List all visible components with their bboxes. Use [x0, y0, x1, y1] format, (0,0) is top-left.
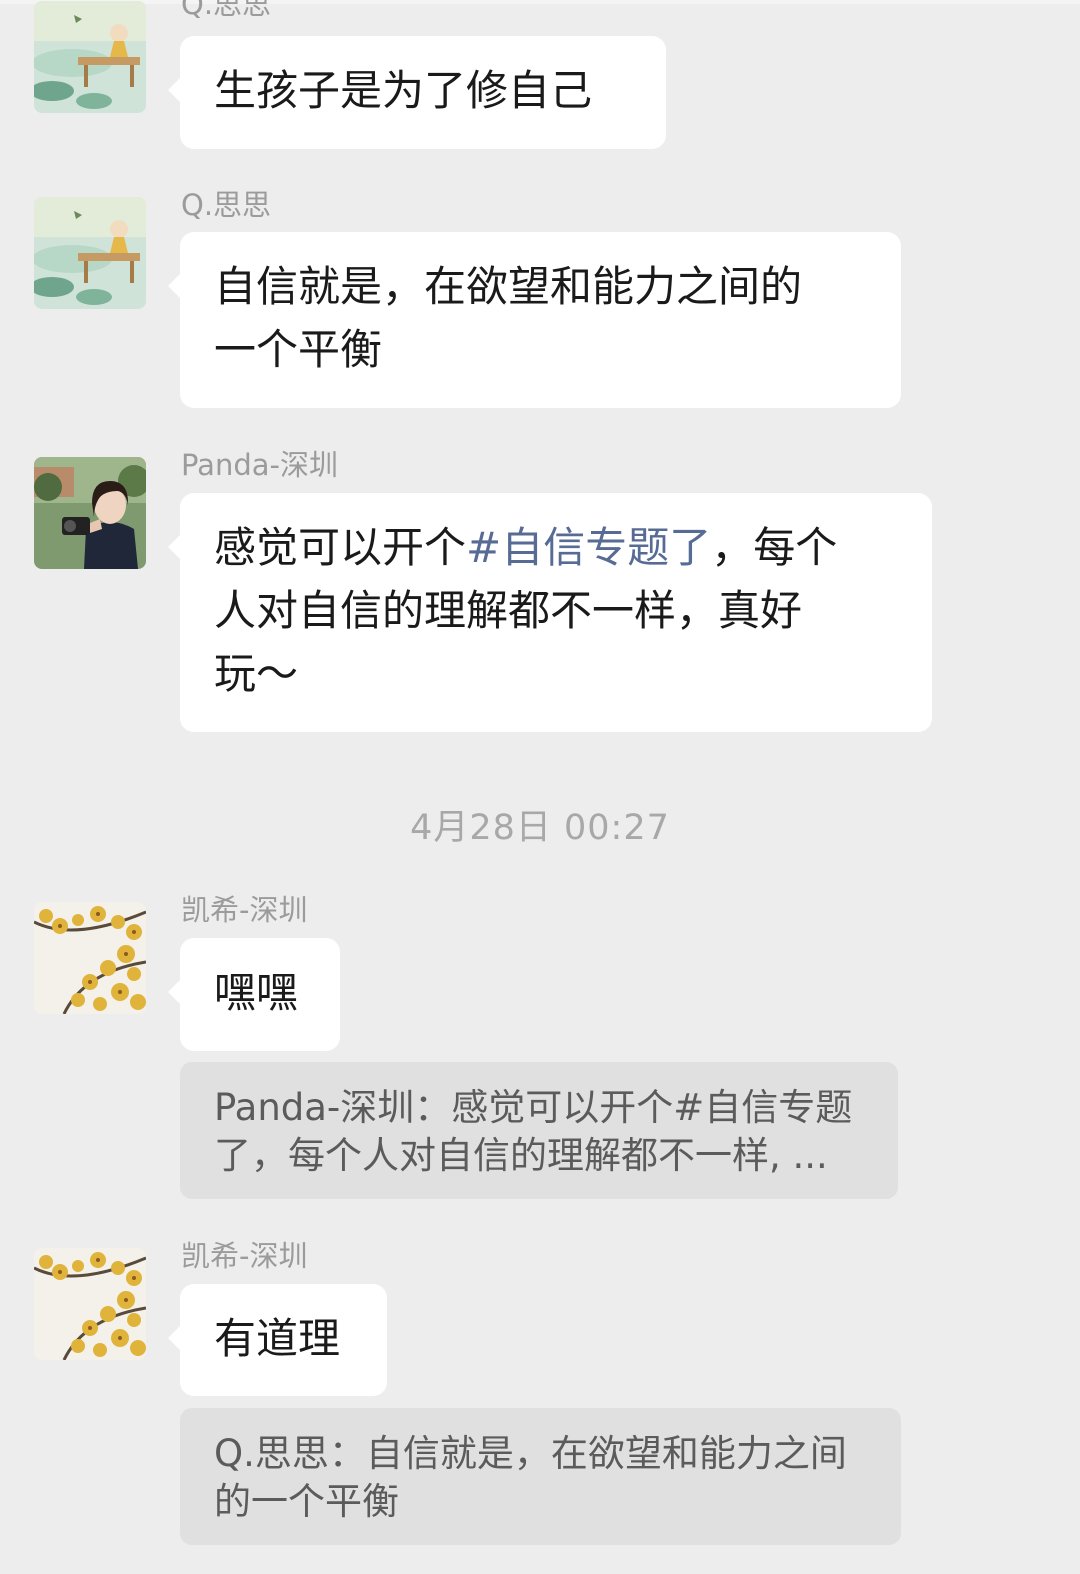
- quoted-text-line: Q.思思：自信就是，在欲望和能力之间: [214, 1432, 847, 1475]
- sender-name: Panda-深圳: [181, 448, 338, 482]
- timestamp-divider: 4月28日 00:27: [410, 808, 670, 848]
- message-text-line: 玩～: [214, 649, 299, 698]
- avatar-photographer-photo-icon: [34, 457, 146, 569]
- message-text-segment: ，每个: [711, 523, 838, 572]
- message-bubble[interactable]: 嘿嘿: [168, 938, 340, 1051]
- message-bubble[interactable]: 自信就是，在欲望和能力之间的 一个平衡: [168, 232, 901, 408]
- hashtag-link[interactable]: #自信专题了: [466, 523, 711, 572]
- message-text-line: 自信就是，在欲望和能力之间的: [214, 262, 803, 311]
- avatar-panda-shenzhen[interactable]: [34, 457, 146, 569]
- quoted-message[interactable]: Q.思思：自信就是，在欲望和能力之间 的一个平衡: [180, 1408, 901, 1545]
- quoted-text-line: 了，每个人对自信的理解都不一样, ...: [214, 1134, 828, 1177]
- message-text: 有道理: [214, 1314, 341, 1363]
- message-bubble[interactable]: 生孩子是为了修自己: [168, 36, 666, 149]
- message-text-segment: 感觉可以开个: [214, 523, 467, 572]
- quoted-text-line: 的一个平衡: [214, 1480, 399, 1523]
- avatar-yellow-blossoms-icon: [34, 902, 146, 1014]
- message-text-line: 感觉可以开个#自信专题了，每个: [214, 516, 898, 579]
- avatar-kaixi-shenzhen[interactable]: [34, 1248, 146, 1360]
- avatar-kaixi-shenzhen[interactable]: [34, 902, 146, 1014]
- quoted-message[interactable]: Panda-深圳：感觉可以开个#自信专题 了，每个人对自信的理解都不一样, ..…: [180, 1062, 898, 1199]
- quoted-text-line: Panda-深圳：感觉可以开个#自信专题: [214, 1086, 853, 1129]
- message-text: 生孩子是为了修自己: [214, 66, 593, 115]
- message-text: 嘿嘿: [214, 968, 299, 1017]
- sender-name: Q.思思: [181, 0, 272, 21]
- sender-name: Q.思思: [181, 188, 272, 222]
- avatar-q-sisi[interactable]: [34, 1, 146, 113]
- sender-name: 凯希-深圳: [181, 1239, 308, 1273]
- message-bubble[interactable]: 有道理: [168, 1284, 387, 1396]
- sender-name: 凯希-深圳: [181, 893, 308, 927]
- message-bubble[interactable]: 感觉可以开个#自信专题了，每个 人对自信的理解都不一样，真好 玩～: [168, 493, 932, 732]
- avatar-q-sisi[interactable]: [34, 197, 146, 309]
- message-text-line: 一个平衡: [214, 325, 383, 374]
- message-text-line: 人对自信的理解都不一样，真好: [214, 586, 803, 635]
- avatar-yellow-blossoms-icon: [34, 1248, 146, 1360]
- avatar-lotus-pond-illustration-icon: [34, 197, 146, 309]
- avatar-lotus-pond-illustration-icon: [34, 1, 146, 113]
- top-edge: [0, 0, 1080, 4]
